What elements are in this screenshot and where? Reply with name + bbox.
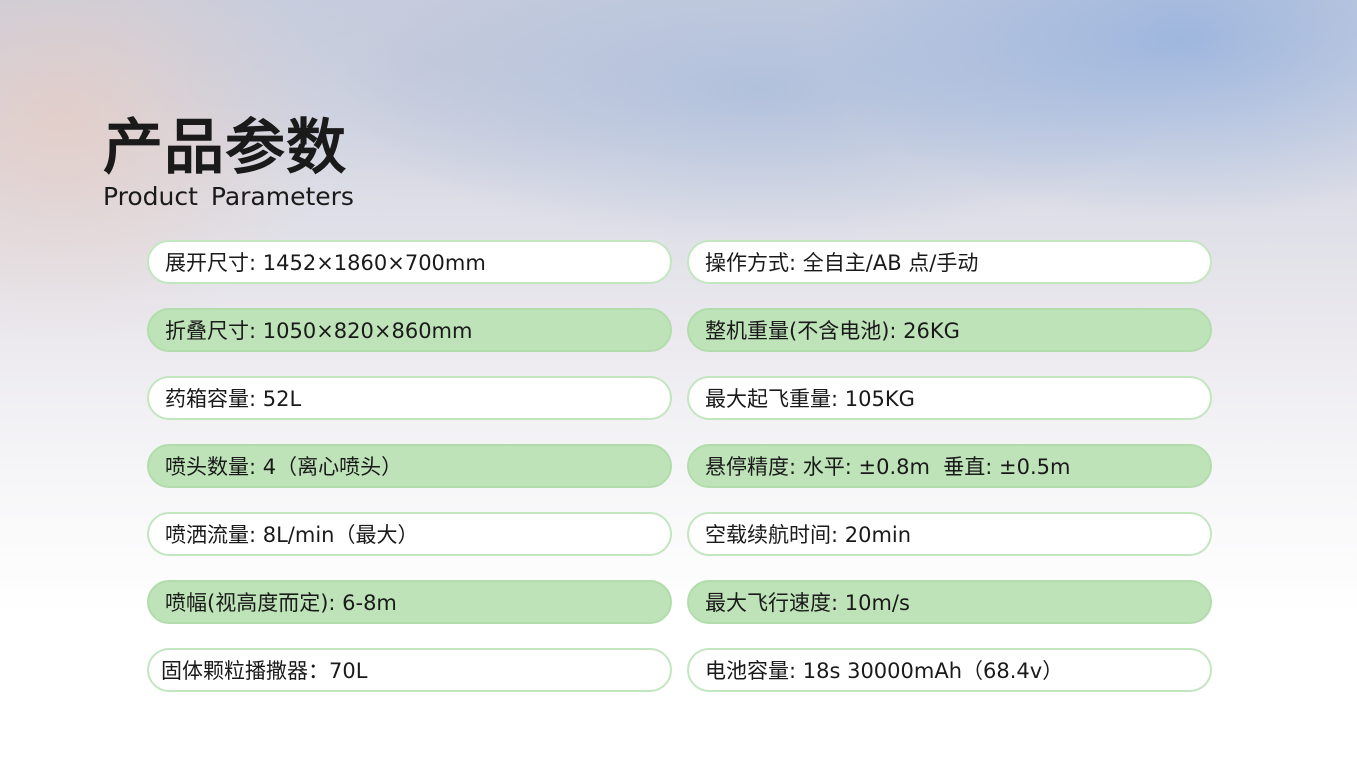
param-spray-width: 喷幅(视高度而定): 6-8m xyxy=(147,580,672,624)
param-spray-flow: 喷洒流量: 8L/min（最大） xyxy=(147,512,672,556)
param-machine-weight: 整机重量(不含电池): 26KG xyxy=(687,308,1212,352)
param-max-speed: 最大飞行速度: 10m/s xyxy=(687,580,1212,624)
parameter-grid: 展开尺寸: 1452×1860×700mm 操作方式: 全自主/AB 点/手动 … xyxy=(147,240,1212,692)
page-title: 产品参数 xyxy=(103,113,347,183)
page-subtitle: Product Parameters xyxy=(103,182,354,211)
param-granule-spreader: 固体颗粒播撒器：70L xyxy=(147,648,672,692)
param-nozzle-count: 喷头数量: 4（离心喷头） xyxy=(147,444,672,488)
param-unfolded-size: 展开尺寸: 1452×1860×700mm xyxy=(147,240,672,284)
param-folded-size: 折叠尺寸: 1050×820×860mm xyxy=(147,308,672,352)
param-max-takeoff-weight: 最大起飞重量: 105KG xyxy=(687,376,1212,420)
param-operation-mode: 操作方式: 全自主/AB 点/手动 xyxy=(687,240,1212,284)
param-battery-capacity: 电池容量: 18s 30000mAh（68.4v） xyxy=(687,648,1212,692)
title-block: 产品参数 Product Parameters xyxy=(103,112,354,212)
param-tank-capacity: 药箱容量: 52L xyxy=(147,376,672,420)
param-hover-accuracy: 悬停精度: 水平: ±0.8m 垂直: ±0.5m xyxy=(687,444,1212,488)
param-endurance: 空载续航时间: 20min xyxy=(687,512,1212,556)
